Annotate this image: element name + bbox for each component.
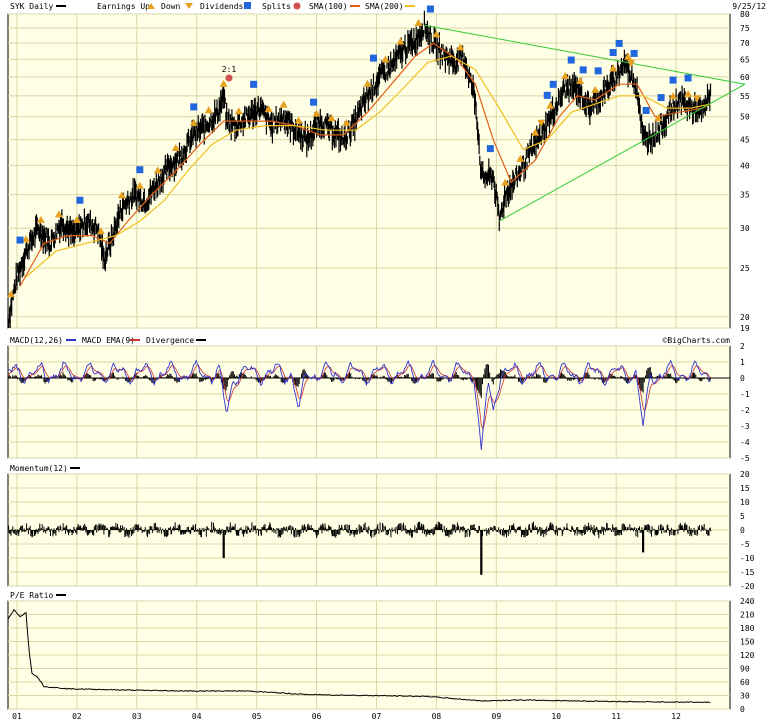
chart-date: 9/25/12 xyxy=(732,2,766,11)
earnings-down-icon xyxy=(185,3,193,9)
momentum-tick-label: 10 xyxy=(740,498,750,507)
x-tick-label: 09 xyxy=(492,712,502,721)
x-tick-label: 11 xyxy=(611,712,621,721)
macd-legend: MACD(12,26) MACD EMA(9) Divergence ©BigC… xyxy=(10,336,730,345)
momentum-tick-label: 20 xyxy=(740,470,750,479)
price-tick-label: 65 xyxy=(740,55,750,64)
macd-ema-label: MACD EMA(9) xyxy=(82,336,135,345)
price-tick-label: 20 xyxy=(740,313,750,322)
price-tick-label: 30 xyxy=(740,224,750,233)
macd-panel xyxy=(7,345,731,459)
dividend-marker xyxy=(486,145,494,153)
momentum-tick-label: -5 xyxy=(740,540,750,549)
macd-tick-label: 2 xyxy=(740,342,745,351)
macd-tick-label: -1 xyxy=(740,390,750,399)
dividend-marker xyxy=(310,98,318,106)
momentum-tick-label: 15 xyxy=(740,484,750,493)
dividend-marker xyxy=(669,76,677,84)
dividend-marker xyxy=(594,67,602,75)
earnings-down-label: Down xyxy=(161,2,180,11)
split-marker xyxy=(225,74,233,82)
dividend-marker xyxy=(76,196,84,204)
pe-tick-label: 90 xyxy=(740,665,750,674)
price-tick-label: 80 xyxy=(740,10,750,19)
dividend-marker xyxy=(16,236,24,244)
x-tick-label: 02 xyxy=(72,712,82,721)
dividend-marker xyxy=(136,166,144,174)
price-tick-label: 60 xyxy=(740,73,750,82)
macd-tick-label: -5 xyxy=(740,454,750,463)
divergence-label: Divergence xyxy=(146,336,194,345)
dividend-marker xyxy=(369,54,377,62)
dividend-marker xyxy=(190,103,198,111)
dividend-marker xyxy=(642,106,650,114)
x-tick-label: 03 xyxy=(132,712,142,721)
momentum-tick-label: 5 xyxy=(740,512,745,521)
price-tick-label: 75 xyxy=(740,24,750,33)
macd-tick-label: -3 xyxy=(740,422,750,431)
watermark: ©BigCharts.com xyxy=(663,336,731,345)
price-tick-label: 40 xyxy=(740,161,750,170)
dividend-marker xyxy=(657,94,665,102)
sma200-label: SMA(200) xyxy=(365,2,404,11)
dividend-marker xyxy=(543,91,551,99)
earnings-up-label: Earnings Up xyxy=(97,2,150,11)
price-legend: SYK Daily Earnings Up Down Dividends Spl… xyxy=(10,2,766,11)
x-tick-label: 06 xyxy=(312,712,322,721)
pe-tick-label: 60 xyxy=(740,678,750,687)
macd-label: MACD(12,26) xyxy=(10,336,63,345)
pe-legend: P/E Ratio xyxy=(10,591,66,600)
dividends-label: Dividends xyxy=(200,2,244,11)
pe-tick-label: 150 xyxy=(740,638,755,647)
price-tick-label: 45 xyxy=(740,136,750,145)
momentum-tick-label: -10 xyxy=(740,554,755,563)
pe-tick-label: 240 xyxy=(740,597,755,606)
stock-chart: 01 02 03 04 05 06 07 08 09 10 11 128075706560555045… xyxy=(6,2,766,721)
price-tick-label: 19 xyxy=(740,324,750,333)
x-tick-label: 08 xyxy=(432,712,442,721)
sma100-label: SMA(100) xyxy=(309,2,348,11)
x-tick-label: 10 xyxy=(551,712,561,721)
dividend-marker xyxy=(426,5,434,13)
dividend-icon xyxy=(244,2,251,9)
momentum-tick-label: -15 xyxy=(740,568,755,577)
ticker-label: SYK Daily xyxy=(10,2,54,11)
price-tick-label: 50 xyxy=(740,113,750,122)
macd-tick-label: 0 xyxy=(740,374,745,383)
x-tick-label: 05 xyxy=(252,712,262,721)
momentum-legend: Momentum(12) xyxy=(10,464,80,473)
splits-label: Splits xyxy=(262,2,291,11)
x-tick-label: 04 xyxy=(192,712,202,721)
dividend-marker xyxy=(630,49,638,57)
dividend-marker xyxy=(609,49,617,57)
pe-tick-label: 0 xyxy=(740,705,745,714)
dividend-marker xyxy=(549,80,557,88)
pe-label: P/E Ratio xyxy=(10,591,54,600)
macd-tick-label: -2 xyxy=(740,406,750,415)
dividend-marker xyxy=(684,74,692,82)
price-tick-label: 55 xyxy=(740,92,750,101)
macd-tick-label: -4 xyxy=(740,438,750,447)
split-icon xyxy=(293,2,301,10)
price-tick-label: 35 xyxy=(740,191,750,200)
dividend-marker xyxy=(579,66,587,74)
pe-tick-label: 120 xyxy=(740,651,755,660)
dividend-marker xyxy=(567,56,575,64)
x-tick-label: 07 xyxy=(372,712,382,721)
macd-tick-label: 1 xyxy=(740,358,745,367)
momentum-tick-label: -20 xyxy=(740,582,755,591)
momentum-label: Momentum(12) xyxy=(10,464,68,473)
price-tick-label: 25 xyxy=(740,264,750,273)
x-tick-label: 01 xyxy=(12,712,22,721)
x-tick-label: 12 xyxy=(671,712,681,721)
price-tick-label: 70 xyxy=(740,39,750,48)
dividend-marker xyxy=(615,39,623,47)
momentum-tick-label: 0 xyxy=(740,526,745,535)
dividend-marker xyxy=(250,80,258,88)
pe-tick-label: 180 xyxy=(740,624,755,633)
pe-tick-label: 30 xyxy=(740,692,750,701)
pe-tick-label: 210 xyxy=(740,611,755,620)
split-annotation: 2:1 xyxy=(222,65,237,74)
